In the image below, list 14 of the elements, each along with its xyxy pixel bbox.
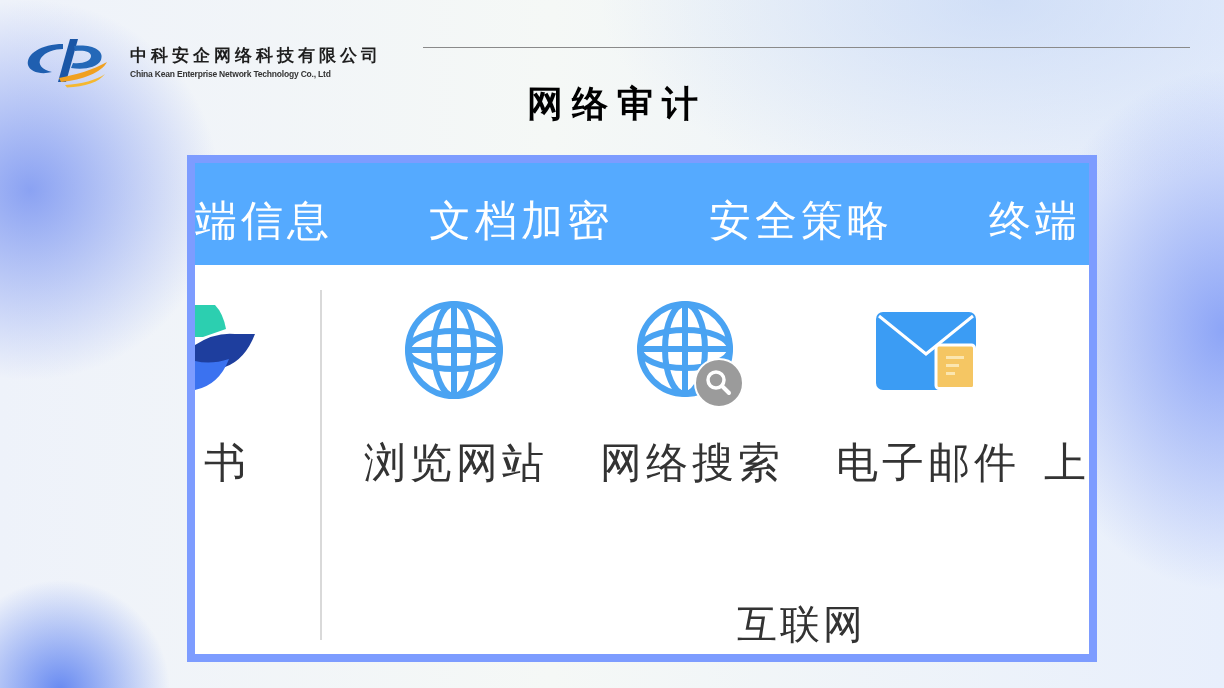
toolbar-button[interactable]: 电子邮件 <box>832 300 1020 488</box>
group-label: 互联网 <box>737 600 866 648</box>
company-name: 中科安企网络科技有限公司 <box>130 45 382 65</box>
slide-title: 网络审计 <box>525 82 707 126</box>
company-name-english: China Kean Enterprise Network Technology Co., Ltd <box>130 69 331 80</box>
globe-search-icon <box>636 300 744 408</box>
toolbar-button[interactable]: 书 <box>195 305 255 488</box>
mail-icon <box>876 312 976 390</box>
globe-icon <box>404 300 504 400</box>
leaf-icon <box>195 305 255 390</box>
toolbar-button[interactable]: 上 <box>1044 300 1086 488</box>
toolbar-button[interactable]: 浏览网站 <box>360 300 548 488</box>
logo-icon <box>25 38 109 88</box>
toolbar-button[interactable]: 网络搜索 <box>596 300 784 488</box>
